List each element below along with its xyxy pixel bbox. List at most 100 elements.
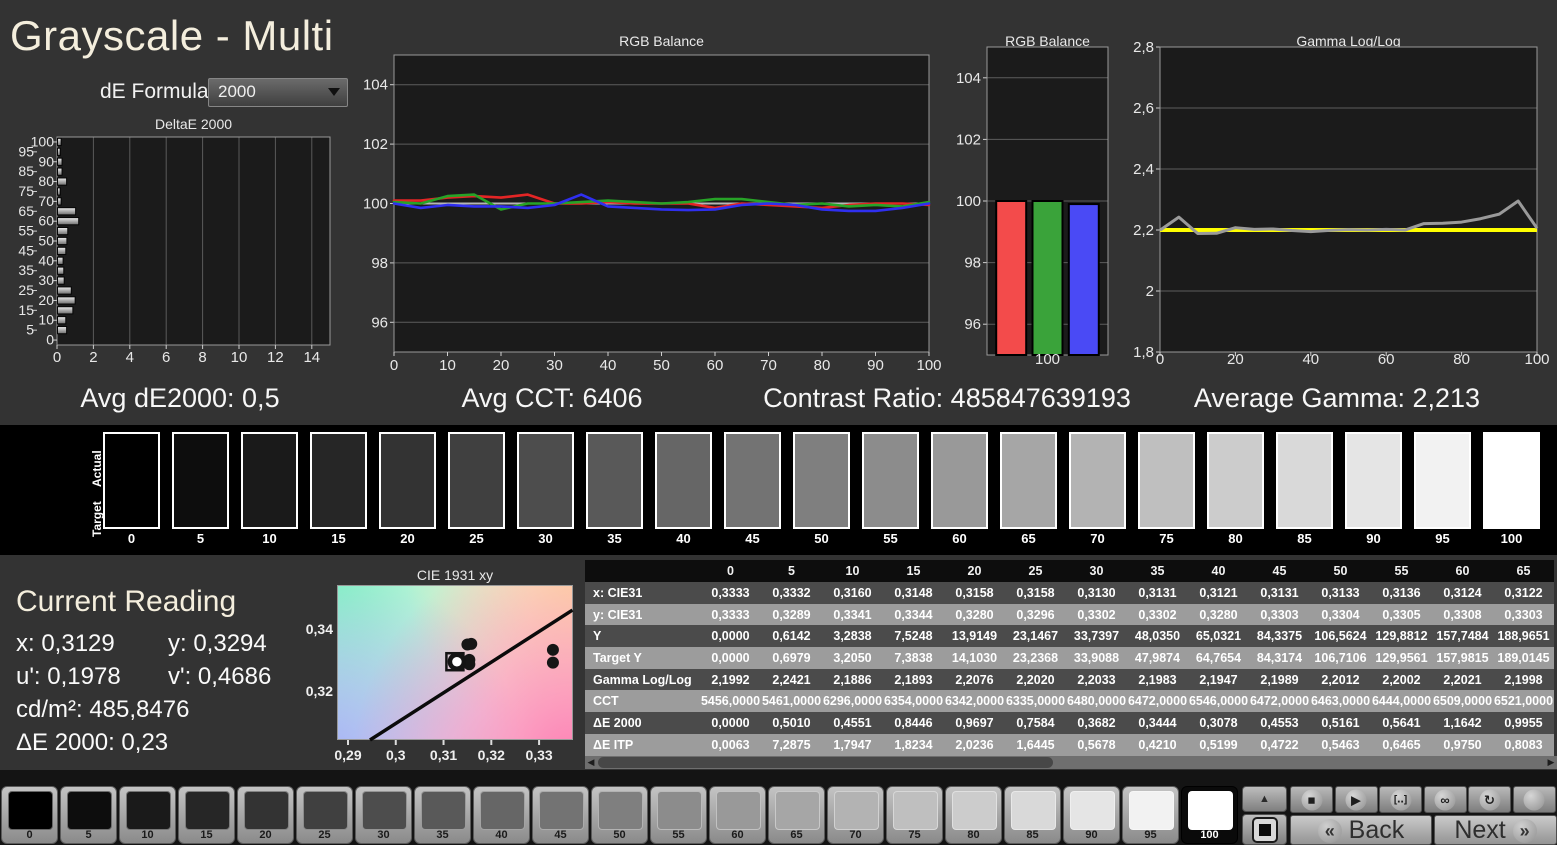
pattern-level-button-10[interactable]: 10 — [119, 786, 176, 844]
svg-text:60: 60 — [38, 213, 54, 229]
pattern-level-button-80[interactable]: 80 — [945, 786, 1002, 844]
table-cell: 0,3158 — [944, 582, 1005, 604]
pattern-level-button-95[interactable]: 95 — [1122, 786, 1179, 844]
svg-text:40: 40 — [600, 357, 617, 374]
pattern-level-label: 100 — [1200, 829, 1219, 841]
pattern-level-button-55[interactable]: 55 — [650, 786, 707, 844]
grayscale-swatch-75 — [1138, 432, 1195, 529]
table-cell: 5456,0000 — [700, 690, 761, 713]
pattern-level-button-15[interactable]: 15 — [178, 786, 235, 844]
cie-x-tick: 0,3 — [386, 747, 406, 763]
table-cell: 2,2033 — [1066, 668, 1127, 691]
table-col-header: 35 — [1127, 560, 1188, 582]
blank-button[interactable] — [1512, 786, 1556, 813]
swatch-target — [1485, 480, 1538, 527]
table-cell: 189,0145 — [1493, 647, 1554, 669]
swatch-target — [312, 480, 365, 527]
svg-text:0: 0 — [53, 349, 61, 366]
pattern-level-button-90[interactable]: 90 — [1063, 786, 1120, 844]
cie-x-tick: 0,32 — [477, 747, 505, 763]
table-row: Target Y 0,0000 0,6979 3,2050 7,3838 14,1030 2… — [585, 647, 1557, 669]
pattern-level-button-70[interactable]: 70 — [827, 786, 884, 844]
next-button[interactable]: Next » — [1434, 815, 1557, 845]
table-row-label: Gamma Log/Log — [585, 668, 700, 691]
pattern-level-button-0[interactable]: 0 — [1, 786, 58, 844]
table-cell: 0,3131 — [1127, 582, 1188, 604]
grayscale-swatch-85 — [1276, 432, 1333, 529]
reading-x: x: 0,3129 — [16, 630, 115, 657]
pattern-level-label: 10 — [141, 829, 154, 841]
swatch-level-label: 20 — [400, 531, 415, 546]
table-cell: 2,2021 — [1432, 668, 1493, 691]
pattern-level-button-20[interactable]: 20 — [237, 786, 294, 844]
de-formula-dropdown[interactable]: 2000 — [208, 78, 348, 107]
pattern-level-button-85[interactable]: 85 — [1004, 786, 1061, 844]
continuous-button[interactable]: ∞ — [1423, 786, 1467, 813]
grayscale-swatch-55 — [862, 432, 919, 529]
scroll-right-icon[interactable]: ▶ — [1545, 756, 1557, 769]
table-cell: 2,1983 — [1127, 668, 1188, 691]
pattern-level-button-25[interactable]: 25 — [296, 786, 353, 844]
series-button[interactable]: [‥] — [1379, 786, 1422, 813]
table-cell: 23,1467 — [1005, 625, 1066, 648]
table-cell: 106,7106 — [1310, 647, 1371, 669]
pattern-level-button-40[interactable]: 40 — [473, 786, 530, 844]
table-cell: 64,7654 — [1188, 647, 1249, 669]
swatch-actual — [450, 434, 503, 481]
scrollbar-thumb[interactable] — [598, 757, 1053, 768]
stop-button[interactable]: ■ — [1290, 786, 1333, 813]
pattern-window-button[interactable] — [1242, 814, 1287, 845]
table-col-header: 65 — [1493, 560, 1554, 582]
svg-text:96: 96 — [371, 314, 388, 331]
pattern-level-label: 30 — [377, 829, 390, 841]
up-arrow-icon: ▲ — [1259, 793, 1270, 805]
reading-u: u': 0,1978 — [16, 663, 121, 690]
stop-icon: ■ — [1301, 789, 1322, 810]
pattern-swatch — [362, 791, 407, 830]
swatch-actual — [1071, 434, 1124, 481]
svg-text:85: 85 — [18, 163, 34, 179]
table-cell: 2,1947 — [1188, 668, 1249, 691]
table-col-header: 50 — [1310, 560, 1371, 582]
avg-gamma-stat: Average Gamma: 2,213 — [1193, 383, 1481, 413]
table-scrollbar[interactable]: ◀ ▶ — [585, 756, 1557, 769]
play-button[interactable]: ▶ — [1334, 786, 1378, 813]
loop-button[interactable]: ↻ — [1468, 786, 1511, 813]
table-cell: 6521,0000 — [1493, 690, 1554, 713]
svg-text:15: 15 — [18, 302, 34, 318]
table-row-label: Target Y — [585, 647, 700, 669]
grayscale-swatch-90 — [1345, 432, 1402, 529]
swatch-target — [519, 480, 572, 527]
table-cell: 0,4722 — [1249, 733, 1310, 756]
swatch-actual — [1002, 434, 1055, 481]
pattern-swatch — [185, 791, 230, 830]
pattern-level-button-30[interactable]: 30 — [355, 786, 412, 844]
pattern-level-label: 95 — [1144, 829, 1157, 841]
reading-v: v': 0,4686 — [168, 663, 272, 690]
pattern-level-button-50[interactable]: 50 — [591, 786, 648, 844]
contrast-ratio-stat: Contrast Ratio: 485847639193 — [763, 383, 1131, 413]
swatch-level-label: 100 — [1500, 531, 1523, 546]
swatch-target — [1209, 480, 1262, 527]
svg-text:2,8: 2,8 — [1133, 39, 1154, 56]
scroll-left-icon[interactable]: ◀ — [585, 756, 597, 769]
pattern-level-button-5[interactable]: 5 — [60, 786, 117, 844]
table-cell: 157,9815 — [1432, 647, 1493, 669]
swatch-level-label: 40 — [676, 531, 691, 546]
table-row-label: ΔE 2000 — [585, 712, 700, 734]
scroll-up-button[interactable]: ▲ — [1242, 786, 1287, 812]
pattern-level-button-75[interactable]: 75 — [886, 786, 943, 844]
table-cell: 0,3308 — [1432, 603, 1493, 626]
table-col-header: 30 — [1066, 560, 1127, 582]
table-cell: 84,3375 — [1249, 625, 1310, 648]
pattern-level-button-100[interactable]: 100 — [1181, 786, 1238, 844]
pattern-level-button-65[interactable]: 65 — [768, 786, 825, 844]
pattern-level-button-45[interactable]: 45 — [532, 786, 589, 844]
pattern-level-button-60[interactable]: 60 — [709, 786, 766, 844]
reading-y: y: 0,3294 — [168, 630, 267, 657]
pattern-level-button-35[interactable]: 35 — [414, 786, 471, 844]
table-col-header: 15 — [883, 560, 944, 582]
back-button[interactable]: « Back — [1290, 815, 1432, 845]
svg-text:50: 50 — [38, 233, 54, 249]
measurement-table: 0 5 10 15 20 25 30 35 40 45 50 55 60 65 x: CIE31 0,3333… — [585, 560, 1557, 756]
